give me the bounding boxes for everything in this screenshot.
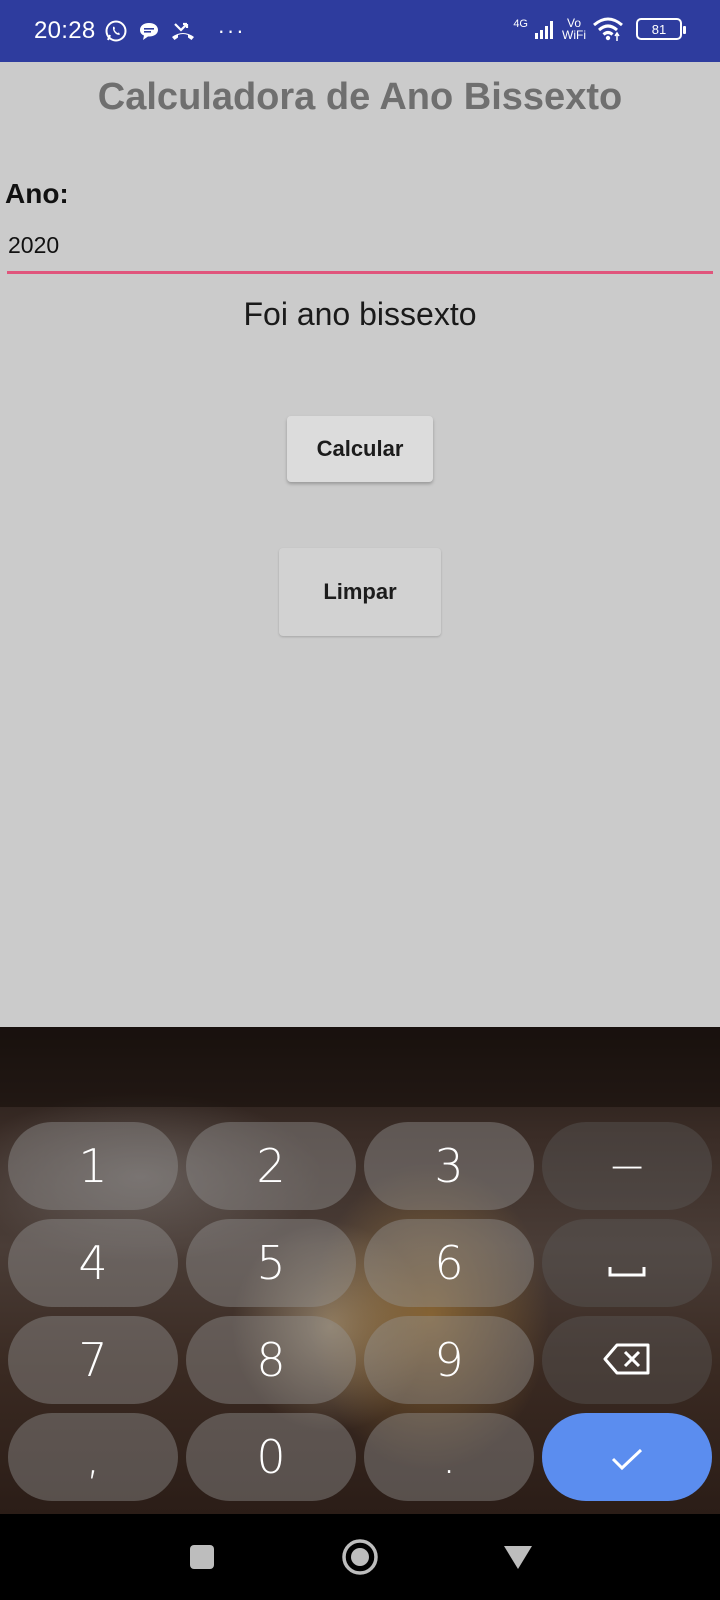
key-7[interactable]: 7 [8,1316,178,1404]
notification-icons: ··· [104,18,246,44]
navigation-bar [0,1514,720,1600]
year-label: Ano: [5,178,69,209]
key-3[interactable]: 3 [364,1122,534,1210]
key-0[interactable]: 0 [186,1413,356,1501]
keyboard-toolbar-area [0,1027,720,1107]
app-title: Calculadora de Ano Bissexto [97,76,623,110]
checkmark-icon [609,1430,645,1484]
key-9[interactable]: 9 [364,1316,534,1404]
numeric-keyboard: 1 2 3 − 4 5 6 7 8 9 , 0 . [0,1027,720,1514]
key-5[interactable]: 5 [186,1219,356,1307]
result-text: Foi ano bissexto [243,296,477,332]
space-icon [607,1236,647,1290]
key-4[interactable]: 4 [8,1219,178,1307]
more-notifications-indicator: ··· [217,18,246,43]
key-2[interactable]: 2 [186,1122,356,1210]
key-6[interactable]: 6 [364,1219,534,1307]
volte-indicator: Vo WiFi [562,17,586,41]
key-minus[interactable]: − [542,1122,712,1210]
backspace-icon [603,1333,651,1387]
clear-button[interactable]: Limpar [279,548,441,636]
network-type-label: 4G [513,18,528,30]
chat-bubble-icon [138,20,160,42]
volte-bottom-label: WiFi [562,28,586,42]
missed-call-icon [170,20,196,42]
key-8[interactable]: 8 [186,1316,356,1404]
status-bar: 20:28 ··· 4G Vo WiFi 81 [0,0,720,62]
calculate-button[interactable]: Calcular [287,416,433,482]
wifi-icon [592,16,624,42]
recents-square-icon[interactable] [181,1536,223,1578]
key-space[interactable] [542,1219,712,1307]
back-triangle-icon[interactable] [497,1536,539,1578]
battery-indicator: 81 [636,18,686,40]
year-input[interactable] [7,228,713,274]
status-time: 20:28 [34,17,96,44]
key-done[interactable] [542,1413,712,1501]
key-1[interactable]: 1 [8,1122,178,1210]
signal-icon [534,18,556,40]
key-backspace[interactable] [542,1316,712,1404]
key-period[interactable]: . [364,1413,534,1501]
system-icons: 4G Vo WiFi 81 [513,16,686,42]
key-comma[interactable]: , [8,1413,178,1501]
whatsapp-icon [104,19,128,43]
home-circle-icon[interactable] [339,1536,381,1578]
